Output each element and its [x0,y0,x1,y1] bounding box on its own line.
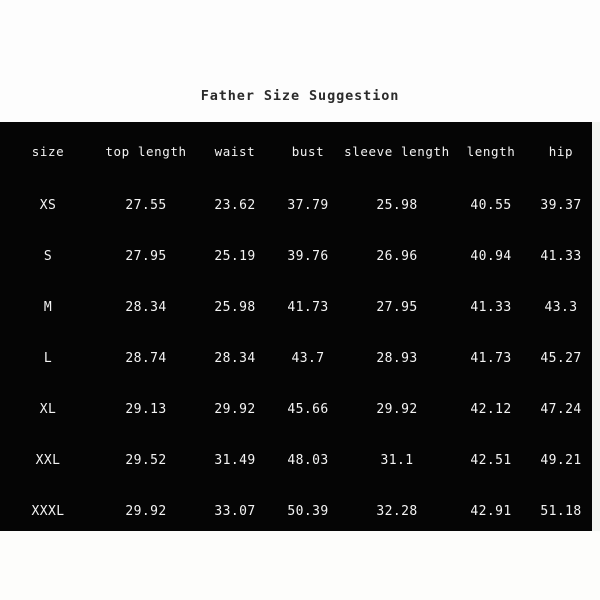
cell-size: M [43,300,53,315]
table-row: XL 29.13 29.92 45.66 29.92 42.12 47.24 [0,384,592,435]
cell-top-length: 29.13 [125,402,167,417]
column-header-top-length: top length [105,143,187,159]
cell-hip: 43.3 [544,300,578,315]
cell-sleeve-length: 25.98 [376,198,418,213]
table-row: XXL 29.52 31.49 48.03 31.1 42.51 49.21 [0,435,592,486]
cell-top-length: 28.34 [125,300,167,315]
cell-size: L [43,351,53,366]
cell-bust: 43.7 [291,351,325,366]
column-header-size: size [31,143,65,159]
cell-bust: 37.79 [287,198,329,213]
cell-length: 42.91 [470,504,512,519]
title-band: Father Size Suggestion [0,0,600,122]
column-header-bust: bust [291,143,325,159]
cell-bust: 39.76 [287,249,329,264]
cell-top-length: 27.55 [125,198,167,213]
cell-hip: 51.18 [540,504,582,519]
cell-hip: 45.27 [540,351,582,366]
cell-size: S [43,249,53,264]
cell-length: 41.33 [470,300,512,315]
cell-waist: 31.49 [214,453,256,468]
column-header-sleeve-length: sleeve length [344,143,450,159]
cell-sleeve-length: 29.92 [376,402,418,417]
cell-size: XXXL [31,504,65,519]
cell-length: 42.12 [470,402,512,417]
cell-hip: 49.21 [540,453,582,468]
cell-waist: 33.07 [214,504,256,519]
cell-sleeve-length: 27.95 [376,300,418,315]
table-header-row: size top length waist bust sleeve length… [0,122,592,180]
column-header-waist: waist [214,143,256,159]
cell-bust: 50.39 [287,504,329,519]
table-row: S 27.95 25.19 39.76 26.96 40.94 41.33 [0,231,592,282]
cell-bust: 48.03 [287,453,329,468]
cell-waist: 29.92 [214,402,256,417]
table-row: XS 27.55 23.62 37.79 25.98 40.55 39.37 [0,180,592,231]
column-header-length: length [466,143,516,159]
table-header: size top length waist bust sleeve length… [0,122,592,180]
cell-hip: 41.33 [540,249,582,264]
column-header-hip: hip [548,143,574,159]
cell-top-length: 29.52 [125,453,167,468]
cell-sleeve-length: 31.1 [380,453,414,468]
panel-right-edge [592,122,600,531]
table-row: XXXL 29.92 33.07 50.39 32.28 42.91 51.18 [0,486,592,531]
cell-size: XL [39,402,57,417]
cell-top-length: 27.95 [125,249,167,264]
page-title: Father Size Suggestion [200,88,400,104]
table-row: M 28.34 25.98 41.73 27.95 41.33 43.3 [0,282,592,333]
table-body: XS 27.55 23.62 37.79 25.98 40.55 39.37 S… [0,180,592,531]
size-table: size top length waist bust sleeve length… [0,122,592,531]
cell-sleeve-length: 28.93 [376,351,418,366]
cell-bust: 45.66 [287,402,329,417]
cell-size: XS [39,198,57,213]
cell-waist: 25.98 [214,300,256,315]
size-table-panel: size top length waist bust sleeve length… [0,122,592,531]
cell-top-length: 28.74 [125,351,167,366]
cell-top-length: 29.92 [125,504,167,519]
cell-size: XXL [35,453,61,468]
cell-sleeve-length: 32.28 [376,504,418,519]
cell-bust: 41.73 [287,300,329,315]
cell-length: 40.55 [470,198,512,213]
cell-length: 42.51 [470,453,512,468]
cell-length: 41.73 [470,351,512,366]
cell-sleeve-length: 26.96 [376,249,418,264]
cell-hip: 47.24 [540,402,582,417]
size-chart-page: Father Size Suggestion size top length w… [0,0,600,600]
cell-length: 40.94 [470,249,512,264]
cell-hip: 39.37 [540,198,582,213]
table-row: L 28.74 28.34 43.7 28.93 41.73 45.27 [0,333,592,384]
cell-waist: 25.19 [214,249,256,264]
cell-waist: 28.34 [214,351,256,366]
cell-waist: 23.62 [214,198,256,213]
